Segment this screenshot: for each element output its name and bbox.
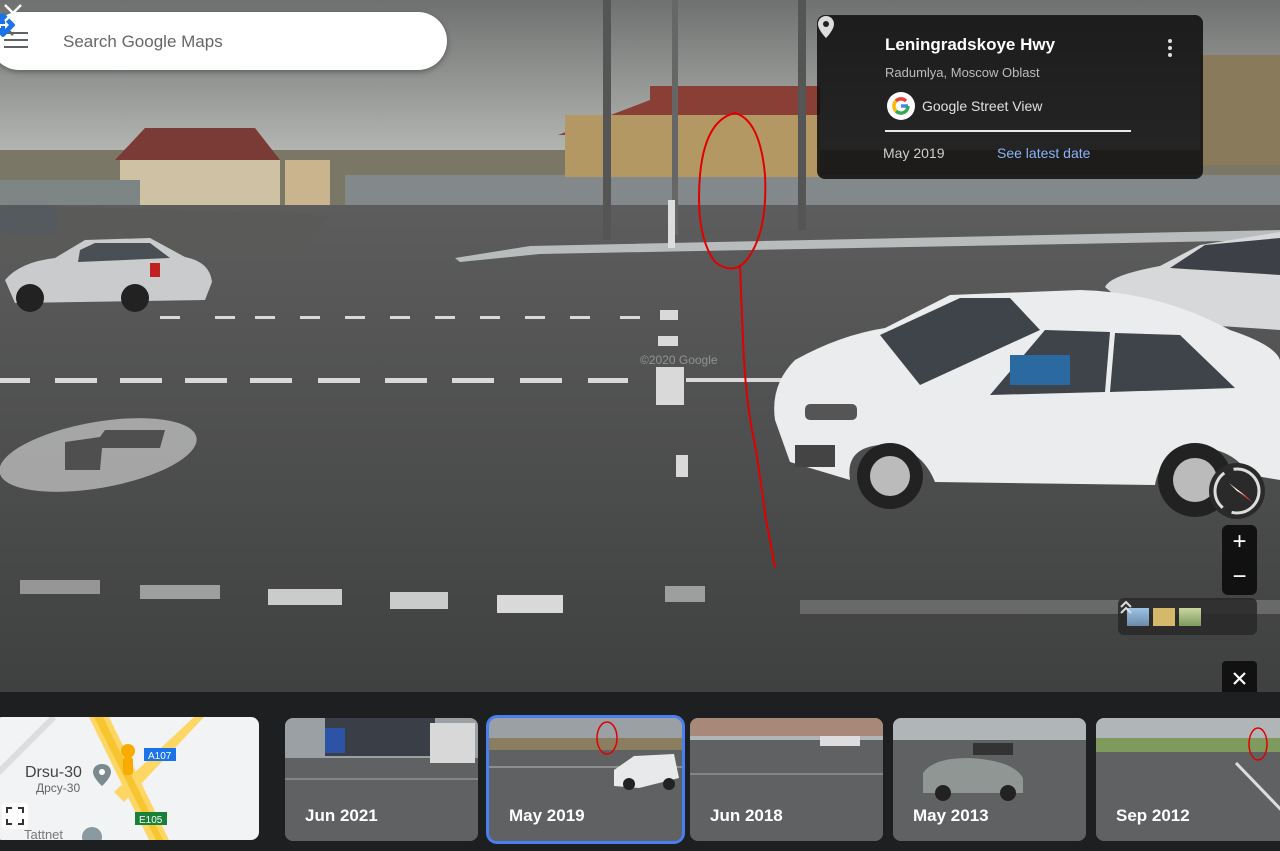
timeline-date-label: Sep 2012: [1116, 806, 1190, 825]
timeline-strip: A107 E105 Drsu-30 Дрсу-30 Tattnet Jun 20…: [0, 692, 1280, 851]
timeline-thumb-may-2013[interactable]: May 2013: [893, 718, 1086, 841]
watermark: ©2020 Google: [640, 353, 718, 367]
timeline-date-label: May 2013: [913, 806, 989, 825]
close-timeline-button[interactable]: [1222, 661, 1257, 692]
timeline-date-label: May 2019: [509, 806, 585, 825]
search-box[interactable]: Search Google Maps: [0, 12, 447, 70]
timeline-thumb-may-2019[interactable]: May 2019: [489, 718, 682, 841]
place-label-partial: Tattnet: [24, 827, 63, 840]
road-label-a107: A107: [148, 751, 172, 762]
street-title: Leningradskoye Hwy: [885, 35, 1056, 54]
divider: [885, 130, 1131, 132]
close-icon[interactable]: [0, 0, 26, 26]
layers-button[interactable]: [1118, 598, 1257, 635]
pegman-icon: [123, 757, 133, 775]
source-label: Google Street View: [922, 98, 1043, 114]
close-icon[interactable]: [1222, 661, 1257, 692]
location-pin-icon[interactable]: [817, 15, 835, 39]
street-view-panorama[interactable]: ©2020 Google Search Google Maps Leningra…: [0, 0, 1280, 692]
place-name-ru: Дрсу-30: [36, 781, 80, 795]
see-latest-date-link[interactable]: See latest date: [997, 145, 1090, 161]
timeline-thumb-sep-2012[interactable]: Sep 2012: [1096, 718, 1280, 841]
timeline-date-label: Jun 2021: [305, 806, 378, 825]
layer-thumb-streetview[interactable]: [1179, 608, 1201, 626]
road-label-e105: E105: [139, 815, 163, 826]
timeline-date-label: Jun 2018: [710, 806, 783, 825]
fullscreen-icon[interactable]: [2, 803, 28, 829]
minimap[interactable]: A107 E105 Drsu-30 Дрсу-30 Tattnet: [0, 717, 259, 840]
capture-date: May 2019: [883, 145, 945, 161]
chevron-up-double-icon[interactable]: [1118, 598, 1134, 618]
timeline-thumb-jun-2018[interactable]: Jun 2018: [690, 718, 883, 841]
more-options-icon[interactable]: [1168, 39, 1174, 60]
timeline-thumb-jun-2021[interactable]: Jun 2021: [285, 718, 478, 841]
zoom-control: + −: [1222, 525, 1257, 595]
street-subtitle: Radumlya, Moscow Oblast: [885, 65, 1040, 80]
google-logo-icon: [887, 92, 915, 120]
place-name: Drsu-30: [25, 764, 82, 781]
layer-thumb-terrain[interactable]: [1153, 608, 1175, 626]
zoom-out-button[interactable]: −: [1222, 560, 1257, 594]
location-info-card: Leningradskoye Hwy Radumlya, Moscow Obla…: [817, 15, 1203, 179]
fence: [345, 175, 1280, 210]
search-input[interactable]: Search Google Maps: [63, 32, 223, 52]
zoom-in-button[interactable]: +: [1222, 525, 1257, 559]
compass-icon[interactable]: [1209, 463, 1265, 519]
building-left: [120, 160, 280, 208]
